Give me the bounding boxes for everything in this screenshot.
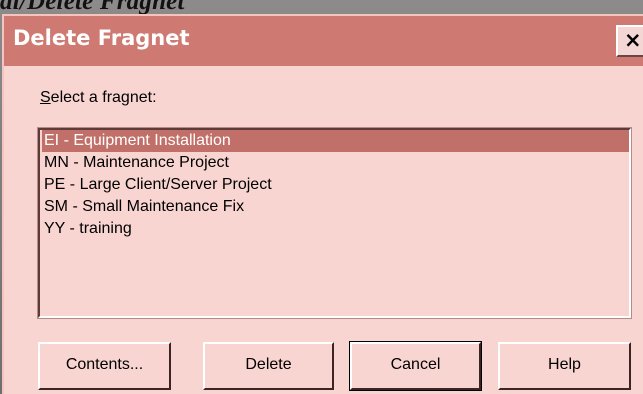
list-item[interactable]: EI - Equipment Installation: [42, 130, 629, 152]
close-button[interactable]: ×: [616, 25, 643, 57]
dialog-title-bar[interactable]: Delete Fragnet ×: [4, 16, 643, 66]
delete-fragnet-dialog: Delete Fragnet × Select a fragnet: EI - …: [2, 14, 643, 394]
select-fragnet-label: Select a fragnet:: [40, 89, 157, 107]
cancel-button[interactable]: Cancel: [349, 341, 482, 391]
delete-button[interactable]: Delete: [203, 342, 334, 390]
dialog-title: Delete Fragnet: [13, 26, 190, 50]
list-item[interactable]: YY - training: [42, 218, 132, 240]
fragnet-listbox[interactable]: EI - Equipment Installation MN - Mainten…: [37, 127, 632, 319]
list-item[interactable]: PE - Large Client/Server Project: [42, 174, 272, 196]
contents-button[interactable]: Contents...: [38, 342, 171, 390]
help-button[interactable]: Help: [498, 342, 631, 390]
list-item[interactable]: MN - Maintenance Project: [42, 152, 229, 174]
close-icon: ×: [624, 28, 642, 52]
select-label-text: elect a fragnet:: [50, 89, 157, 106]
list-item[interactable]: SM - Small Maintenance Fix: [42, 196, 244, 218]
select-label-mnemonic: S: [40, 89, 51, 106]
